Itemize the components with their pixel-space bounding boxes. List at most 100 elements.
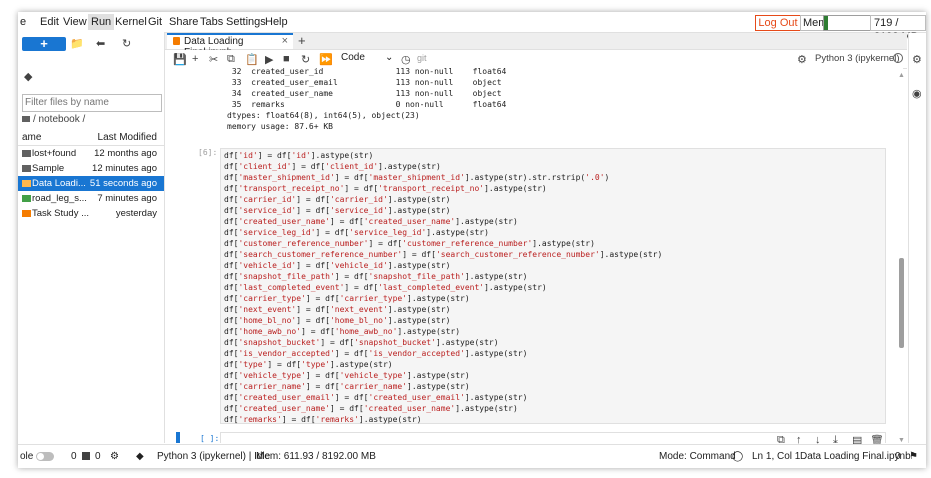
output-line: 35 remarks 0 non-null float64 (227, 100, 507, 109)
code-line: df['carrier_type'] = df['carrier_type'].… (224, 294, 470, 303)
cursor-position[interactable]: Ln 1, Col 1 (752, 451, 800, 462)
cell-type-select[interactable]: Code ⌄ (341, 52, 393, 63)
code-line: df['customer_reference_number'] = df['cu… (224, 239, 595, 248)
active-cell-indicator (176, 432, 180, 443)
code-line: df['master_shipment_id'] = df['master_sh… (224, 173, 610, 182)
upload-icon[interactable]: ⬅ (96, 37, 105, 50)
spreadsheet-icon (22, 195, 31, 202)
scrollbar[interactable]: ▲ ▼ (898, 72, 906, 444)
file-name: Sample (32, 163, 65, 174)
file-name: Data Loadi... (32, 178, 86, 189)
code-line: df['vehicle_type'] = df['vehicle_type'].… (224, 371, 470, 380)
terminal-count: 0 (71, 451, 77, 462)
file-item[interactable]: road_leg_s... 7 minutes ago (18, 191, 164, 206)
column-last-modified[interactable]: Last Modified (98, 132, 157, 143)
filter-files-input[interactable] (22, 94, 162, 112)
code-line: df['created_user_name'] = df['created_us… (224, 404, 518, 413)
code-line: df['transport_receipt_no'] = df['transpo… (224, 184, 547, 193)
notification-count[interactable]: 0 (895, 451, 901, 462)
menu-help[interactable]: Help (265, 16, 288, 28)
notebook-panel: 32 created_user_id 113 non-null float64 … (165, 68, 903, 443)
simple-mode-label: ole (20, 451, 34, 462)
copy-icon[interactable]: ⧉ (227, 53, 235, 66)
scroll-up-icon[interactable]: ▲ (898, 72, 905, 79)
menu-tabs[interactable]: Tabs (200, 16, 223, 28)
new-launcher-button[interactable]: + (22, 37, 66, 51)
menu-file[interactable]: e (20, 16, 26, 28)
close-icon[interactable]: × (282, 35, 288, 47)
file-browser: + 📁 ⬅ ↻ ◆ / notebook / ame Last Modified… (18, 32, 165, 443)
breadcrumb[interactable]: / notebook / (22, 114, 85, 125)
menu-git[interactable]: Git (148, 16, 162, 28)
code-editor[interactable]: df['id'] = df['id'].astype(str) df['clien… (224, 150, 662, 425)
code-line: df['vehicle_id'] = df['vehicle_id'].asty… (224, 261, 451, 270)
simple-mode-toggle[interactable] (36, 452, 54, 461)
cell-input[interactable] (220, 432, 886, 443)
save-icon[interactable]: 💾 (173, 53, 187, 66)
file-item[interactable]: Sample 12 minutes ago (18, 161, 164, 176)
code-line: df['snapshot_file_path'] = df['snapshot_… (224, 272, 528, 281)
settings-gear-icon[interactable]: ⚙ (797, 53, 807, 66)
menu-edit[interactable]: Edit (40, 16, 59, 28)
mode-status[interactable]: Mode: Command (659, 451, 736, 462)
code-line: df['last_completed_event'] = df['last_co… (224, 283, 547, 292)
file-modified: 7 minutes ago (97, 193, 157, 204)
code-line: df['created_user_name'] = df['created_us… (224, 217, 518, 226)
menu-settings[interactable]: Settings (226, 16, 266, 28)
menu-run[interactable]: Run (88, 14, 115, 30)
code-line: df['remarks'] = df['remarks'].astype(str… (224, 415, 422, 424)
scroll-down-icon[interactable]: ▼ (898, 437, 905, 444)
column-name[interactable]: ame (22, 132, 41, 143)
logout-button[interactable]: Log Out (755, 15, 801, 31)
menu-share[interactable]: Share (169, 16, 198, 28)
memory-status: Mem: 611.93 / 8192.00 MB (256, 451, 376, 462)
kernel-name[interactable]: Python 3 (ipykernel) (815, 53, 899, 64)
git-label[interactable]: git (417, 53, 427, 63)
notification-bell-icon[interactable]: ⚑ (909, 451, 918, 462)
restart-icon[interactable]: ↻ (301, 53, 310, 66)
tab-notebook[interactable]: Data Loading Final.ipynb × (167, 33, 293, 58)
cell-type-value: Code (341, 52, 365, 63)
output-line: 34 created_user_name 113 non-null object (227, 89, 502, 98)
scrollbar-thumb[interactable] (899, 258, 904, 348)
kernel-status[interactable]: Python 3 (ipykernel) | Idle (157, 451, 270, 462)
git-status-icon[interactable]: ◆ (136, 451, 144, 462)
cut-icon[interactable]: ✂ (209, 53, 218, 66)
run-icon[interactable]: ▶ (265, 53, 273, 66)
file-name: Task Study ... (32, 208, 90, 219)
status-bar: ole 0 0 ⚙ ◆ Python 3 (ipykernel) | Idle … (18, 444, 926, 468)
tab-bar: Data Loading Final.ipynb × + (165, 33, 907, 58)
paste-icon[interactable]: 📋 (245, 53, 259, 66)
file-name: lost+found (32, 148, 77, 159)
git-clone-icon[interactable]: ◆ (24, 70, 32, 83)
trusted-shield-icon[interactable]: ◯ (732, 451, 743, 462)
file-item-selected[interactable]: Data Loadi... 51 seconds ago (18, 176, 164, 191)
file-item[interactable]: Task Study ... yesterday (18, 206, 164, 221)
menu-view[interactable]: View (63, 16, 87, 28)
code-cell[interactable]: df['id'] = df['id'].astype(str) df['clien… (220, 148, 886, 424)
add-tab-button[interactable]: + (298, 33, 306, 48)
refresh-icon[interactable]: ↻ (122, 37, 131, 50)
cell-output: 32 created_user_id 113 non-null float64 … (227, 68, 506, 132)
stop-icon[interactable]: ■ (283, 53, 290, 65)
code-line: df['created_user_email'] = df['created_u… (224, 393, 528, 402)
menu-bar: e Edit View Run Kernel Git Share Tabs Se… (18, 12, 926, 43)
clock-icon[interactable]: ◷ (401, 53, 411, 66)
code-line: df['client_id'] = df['client_id'].astype… (224, 162, 441, 171)
terminal-icon[interactable] (82, 452, 90, 460)
property-inspector-gear-icon[interactable]: ⚙ (912, 53, 922, 66)
code-line: df['next_event'] = df['next_event'].asty… (224, 305, 451, 314)
menu-kernel[interactable]: Kernel (115, 16, 147, 28)
memory-value: 719 / 8192 MB (870, 15, 926, 43)
file-item[interactable]: lost+found 12 months ago (18, 146, 164, 161)
notebook-icon (22, 210, 31, 217)
new-folder-icon[interactable]: 📁 (70, 37, 84, 50)
insert-cell-icon[interactable]: + (192, 53, 198, 65)
output-line: 33 created_user_email 113 non-null objec… (227, 78, 502, 87)
fast-forward-icon[interactable]: ⏩ (319, 53, 333, 66)
memory-bar (823, 15, 871, 31)
code-line: df['id'] = df['id'].astype(str) (224, 151, 374, 160)
kernel-sessions-icon[interactable]: ⚙ (110, 451, 119, 462)
code-line: df['snapshot_bucket'] = df['snapshot_buc… (224, 338, 499, 347)
debugger-icon[interactable]: ◉ (912, 87, 922, 100)
